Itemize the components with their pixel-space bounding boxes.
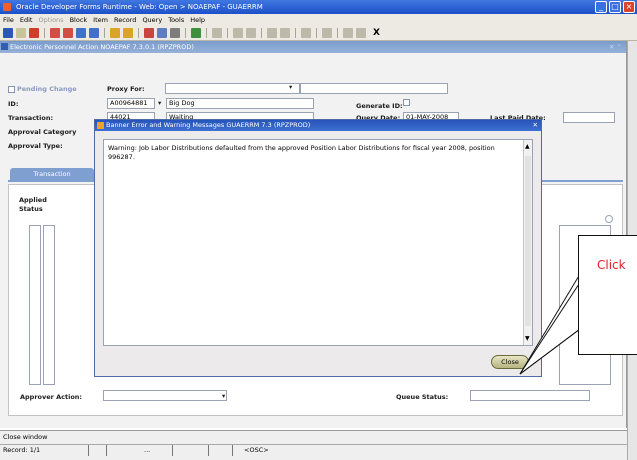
- callout-pointer: [519, 256, 601, 375]
- callout-box: Click: [578, 235, 637, 355]
- callout-text: Click: [597, 258, 626, 272]
